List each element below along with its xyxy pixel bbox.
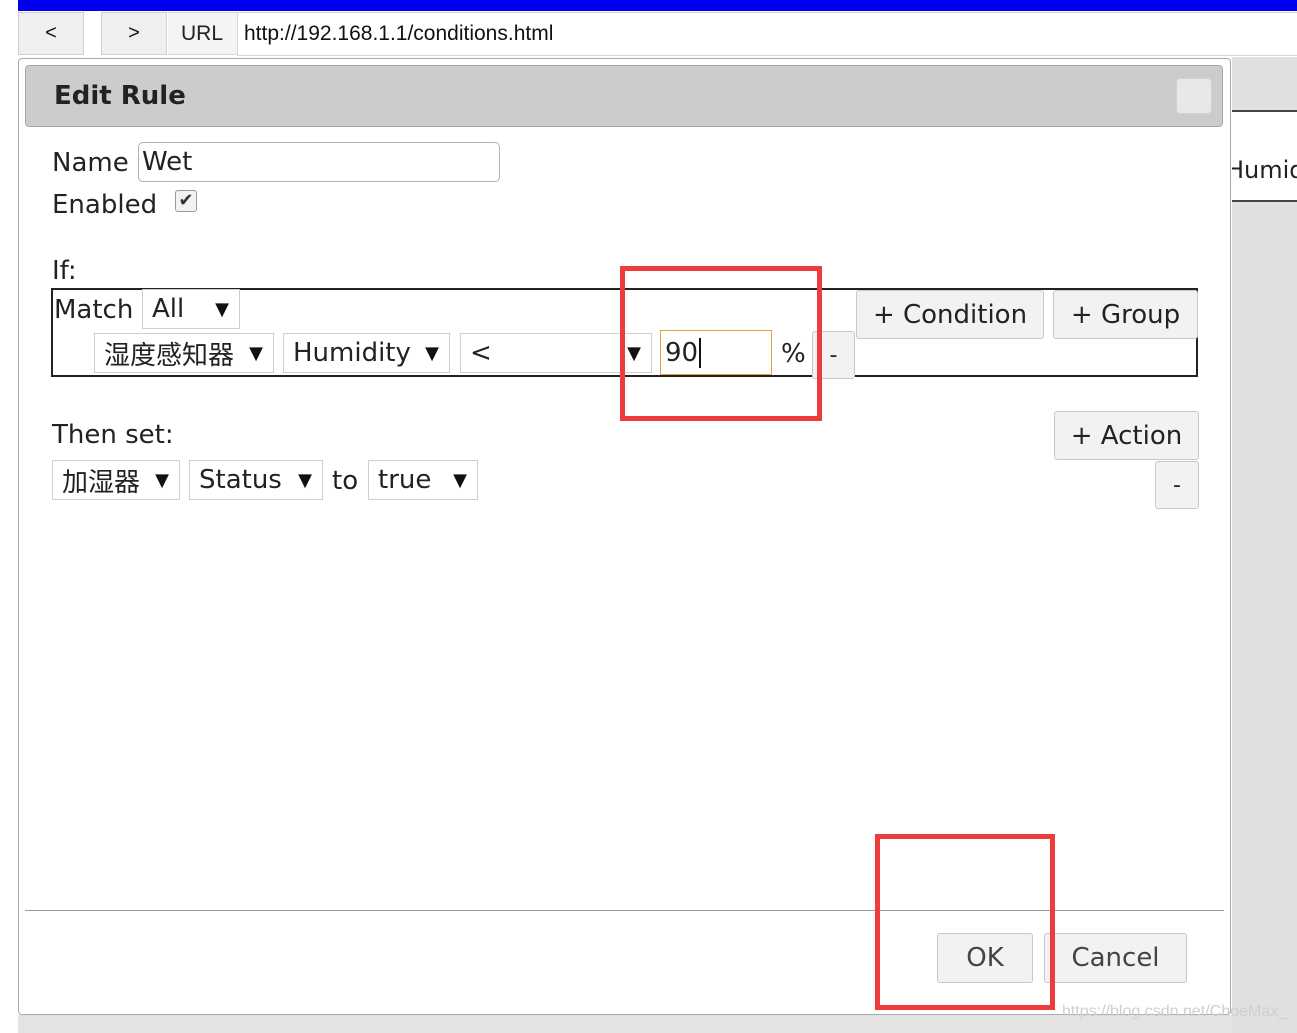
enabled-checkbox[interactable]: ✔	[175, 190, 197, 212]
condition-device-value: 湿度感知器	[104, 340, 235, 371]
action-value-select[interactable]: true ▼	[368, 460, 478, 500]
dropdown-arrow-icon: ▼	[215, 298, 229, 320]
dropdown-arrow-icon: ▼	[155, 469, 169, 491]
condition-property-value: Humidity	[293, 338, 411, 368]
back-button[interactable]: <	[18, 12, 84, 55]
dropdown-arrow-icon: ▼	[298, 469, 312, 491]
dialog-title: Edit Rule	[54, 81, 186, 111]
url-label: URL	[168, 12, 238, 55]
background-tab[interactable]: Humidity	[1232, 110, 1297, 202]
action-value-text: true	[378, 465, 432, 495]
cancel-button[interactable]: Cancel	[1044, 933, 1187, 983]
then-set-label: Then set:	[52, 420, 174, 450]
to-label: to	[332, 466, 359, 496]
action-device-select[interactable]: 加湿器 ▼	[52, 460, 180, 500]
background-panel	[1232, 57, 1297, 1033]
match-select-value: All	[152, 294, 185, 324]
highlight-box-ok	[875, 834, 1055, 1010]
background-bottom	[18, 1015, 1233, 1033]
check-icon: ✔	[178, 190, 194, 211]
background-tab-label: Humidity	[1232, 156, 1297, 184]
add-condition-button[interactable]: + Condition	[856, 290, 1044, 339]
name-input[interactable]	[138, 142, 500, 182]
highlight-box-value	[620, 266, 822, 421]
enabled-label: Enabled	[52, 190, 158, 220]
match-select[interactable]: All ▼	[142, 289, 240, 329]
close-button[interactable]	[1176, 78, 1212, 114]
dropdown-arrow-icon: ▼	[425, 342, 439, 364]
watermark: https://blog.csdn.net/ChoeMax_	[1062, 1003, 1288, 1020]
condition-device-select[interactable]: 湿度感知器 ▼	[94, 333, 274, 373]
dropdown-arrow-icon: ▼	[453, 469, 467, 491]
action-device-value: 加湿器	[62, 467, 141, 498]
action-property-select[interactable]: Status ▼	[189, 460, 323, 500]
add-action-button[interactable]: + Action	[1054, 411, 1199, 460]
browser-top-bar	[18, 0, 1297, 11]
forward-button[interactable]: >	[101, 12, 167, 55]
condition-property-select[interactable]: Humidity ▼	[283, 333, 450, 373]
action-property-value: Status	[199, 465, 282, 495]
add-group-button[interactable]: + Group	[1053, 290, 1198, 339]
name-label: Name	[52, 148, 129, 178]
url-field[interactable]: http://192.168.1.1/conditions.html	[237, 12, 1297, 56]
dialog-titlebar: Edit Rule	[25, 65, 1223, 127]
remove-action-button[interactable]: -	[1155, 461, 1199, 509]
condition-operator-value: <	[470, 338, 492, 368]
dropdown-arrow-icon: ▼	[249, 342, 263, 364]
match-label: Match	[54, 295, 134, 325]
if-label: If:	[52, 256, 77, 286]
